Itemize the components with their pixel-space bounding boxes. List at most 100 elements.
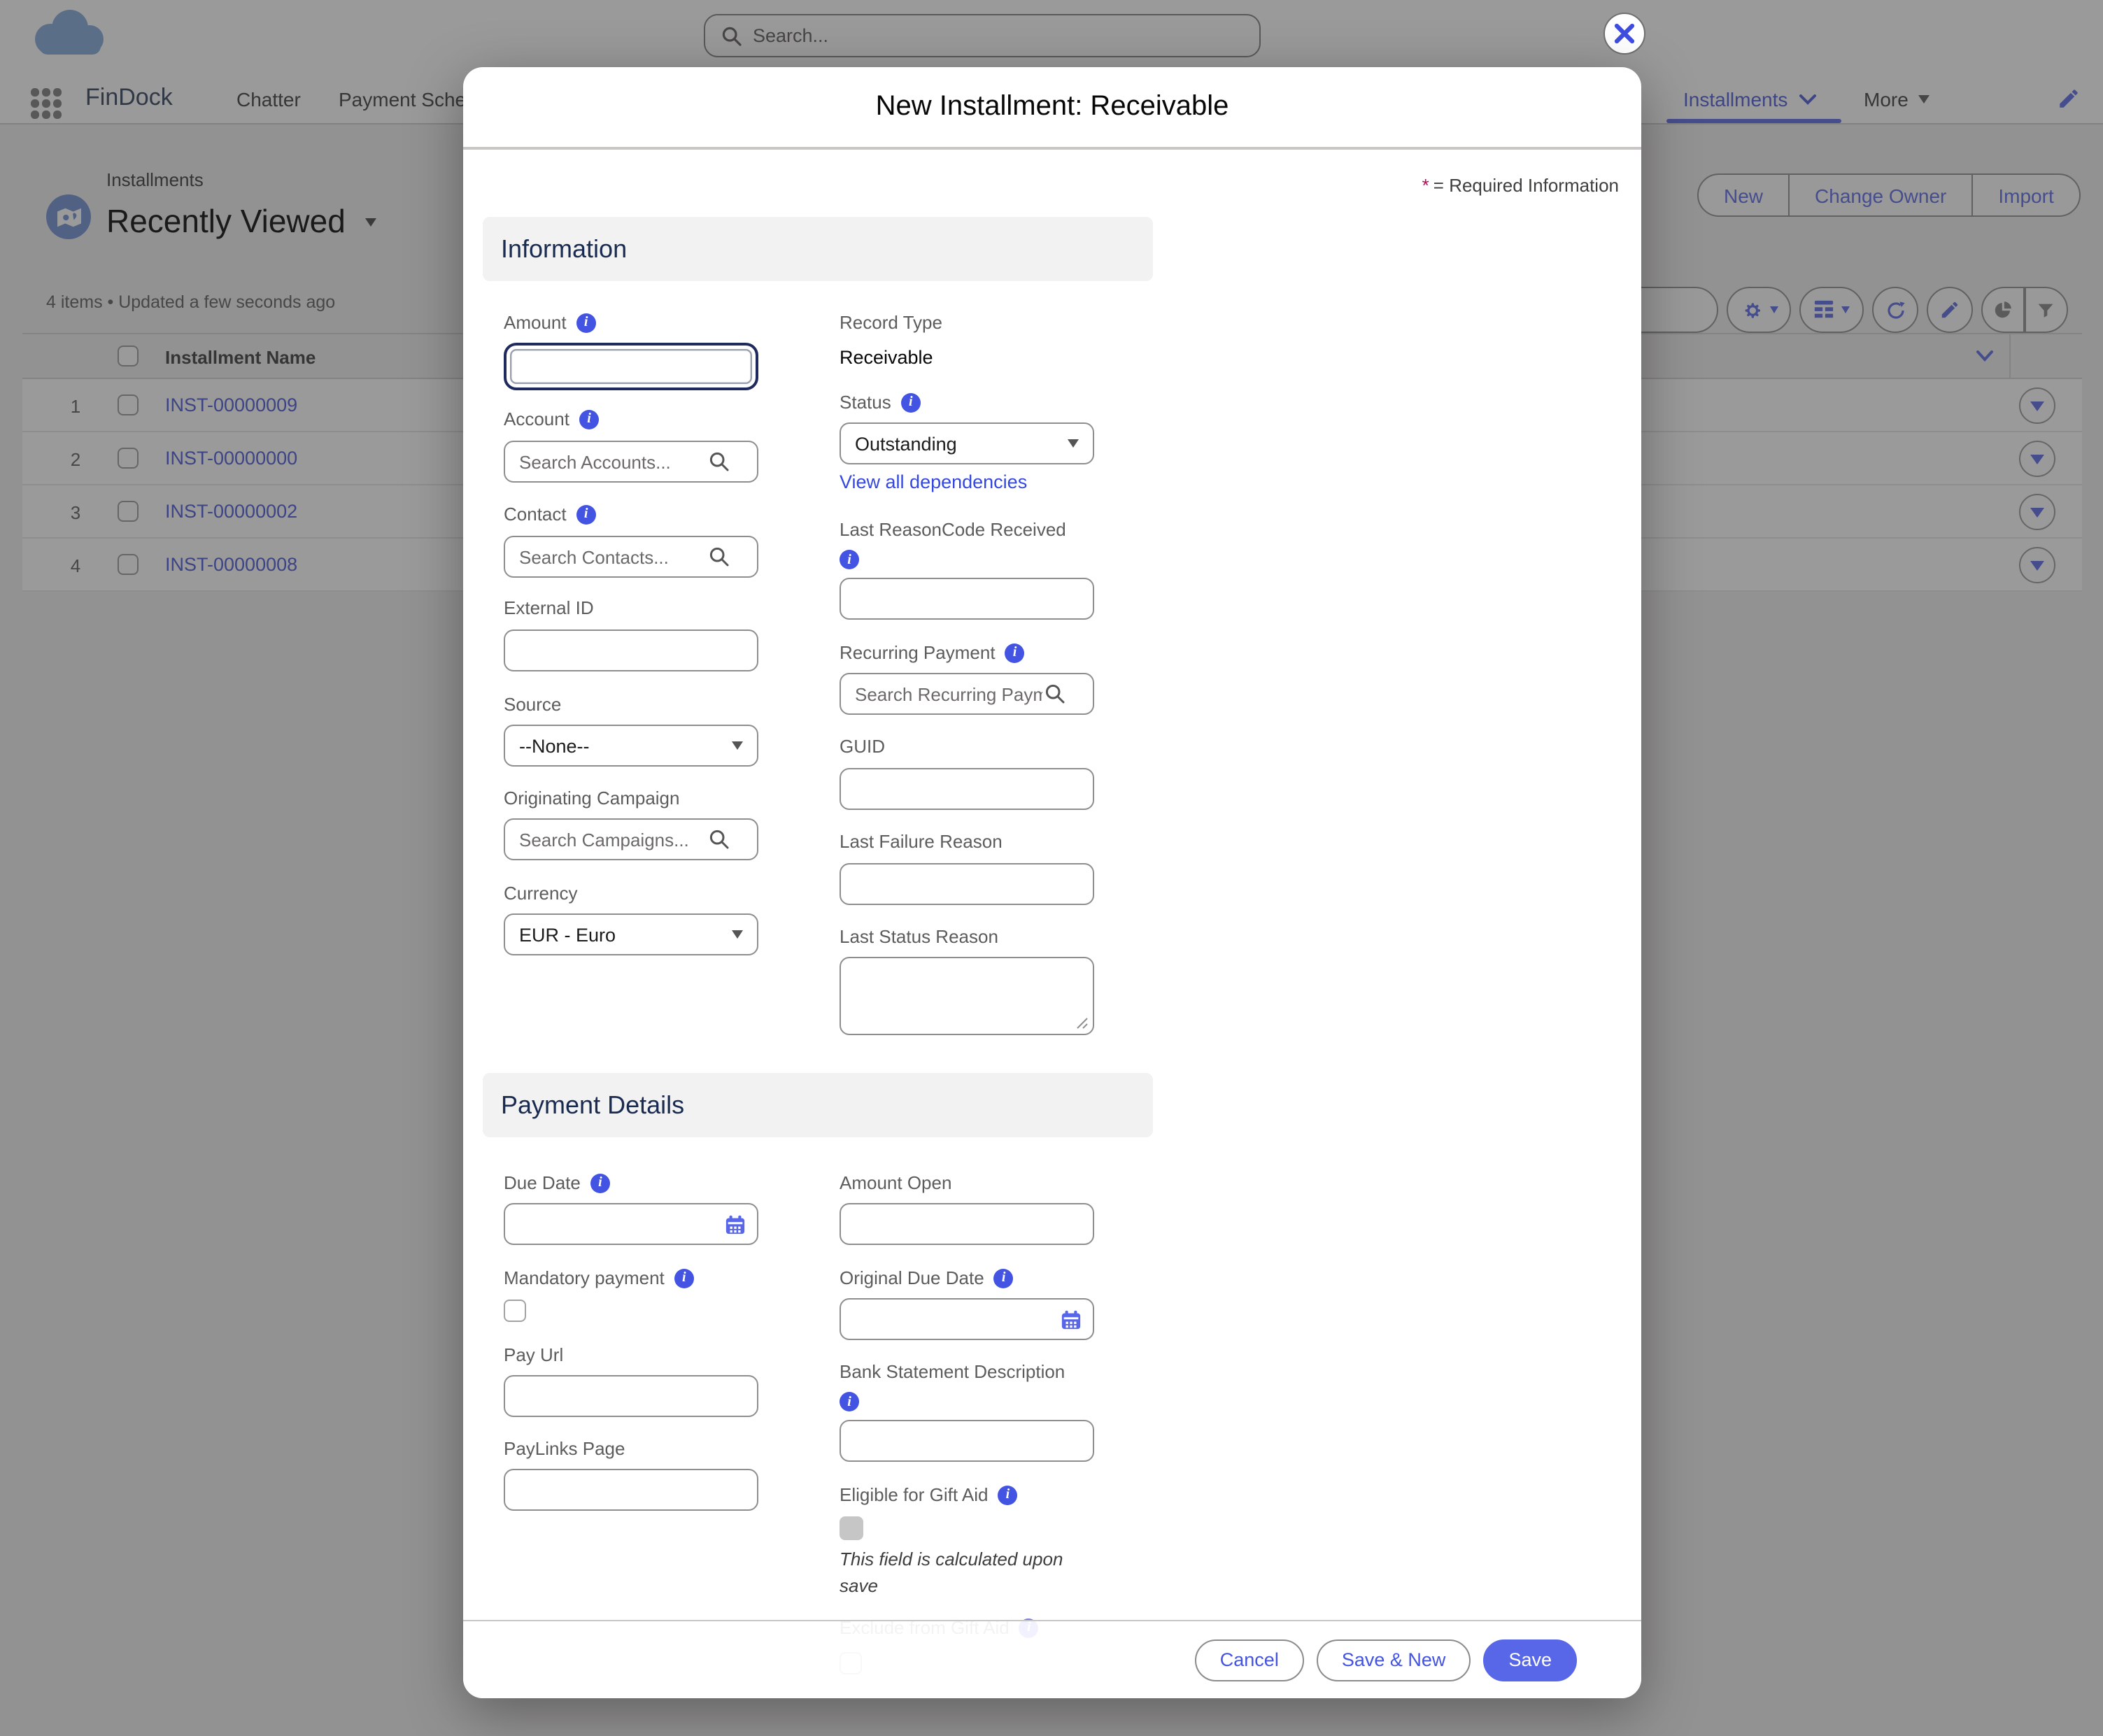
required-asterisk: * (1422, 175, 1429, 196)
modal-close-button[interactable] (1603, 13, 1645, 55)
eligible-gift-aid-label: Eligible for Gift Aidi (840, 1484, 1017, 1505)
paylinks-page-label: PayLinks Page (504, 1438, 625, 1459)
bank-statement-description-input[interactable] (840, 1420, 1094, 1462)
modal-header: New Installment: Receivable (463, 67, 1641, 150)
due-date-input[interactable] (519, 1213, 715, 1234)
original-due-date-field[interactable] (840, 1298, 1094, 1340)
save-and-new-button[interactable]: Save & New (1317, 1639, 1471, 1681)
recurring-payment-label: Recurring Payment i (840, 642, 1025, 663)
pay-url-label-text: Pay Url (504, 1344, 563, 1365)
guid-label: GUID (840, 736, 885, 757)
amount-open-label: Amount Open (840, 1172, 951, 1193)
status-value: Outstanding (855, 433, 957, 454)
select-dropdown-icon (732, 930, 743, 939)
calendar-icon[interactable] (1061, 1309, 1082, 1330)
contact-lookup-input[interactable] (505, 546, 709, 567)
original-due-date-input[interactable] (855, 1308, 1051, 1329)
last-reasoncode-input[interactable] (840, 578, 1094, 620)
due-date-label-text: Due Date (504, 1172, 581, 1193)
info-icon[interactable]: i (840, 1392, 859, 1411)
originating-campaign-label: Originating Campaign (504, 788, 679, 809)
new-installment-modal: New Installment: Receivable *= Required … (463, 67, 1641, 1698)
last-failure-reason-input[interactable] (840, 863, 1094, 905)
last-failure-reason-label-text: Last Failure Reason (840, 831, 1003, 852)
source-label-text: Source (504, 694, 561, 715)
mandatory-payment-label: Mandatory payment i (504, 1267, 694, 1288)
contact-label-text: Contact (504, 504, 567, 525)
view-all-dependencies-link[interactable]: View all dependencies (840, 471, 1027, 492)
guid-input[interactable] (840, 768, 1094, 810)
cancel-button[interactable]: Cancel (1195, 1639, 1304, 1681)
due-date-label: Due Date i (504, 1172, 610, 1193)
section-payment-title: Payment Details (501, 1090, 684, 1120)
calculated-note-line1: This field is calculated upon (840, 1549, 1063, 1570)
contact-lookup[interactable] (504, 536, 758, 578)
record-type-label: Record Type (840, 312, 942, 333)
account-lookup-input[interactable] (505, 451, 709, 472)
currency-label-text: Currency (504, 883, 578, 904)
due-date-field[interactable] (504, 1203, 758, 1245)
last-status-reason-label: Last Status Reason (840, 926, 998, 947)
recurring-payment-label-text: Recurring Payment (840, 642, 996, 663)
info-icon[interactable]: i (576, 504, 596, 524)
search-icon (1045, 684, 1065, 704)
info-icon[interactable]: i (994, 1268, 1014, 1288)
external-id-input[interactable] (504, 629, 758, 671)
status-select[interactable]: Outstanding (840, 422, 1094, 464)
source-select[interactable]: --None-- (504, 725, 758, 767)
info-icon[interactable]: i (998, 1485, 1017, 1504)
bank-statement-description-label-text: Bank Statement Description (840, 1361, 1065, 1382)
last-status-reason-textarea[interactable] (840, 957, 1094, 1035)
info-icon[interactable]: i (576, 313, 596, 332)
external-id-label-text: External ID (504, 597, 594, 618)
amount-input[interactable] (504, 343, 758, 390)
section-payment-details: Payment Details (483, 1073, 1153, 1137)
originating-campaign-label-text: Originating Campaign (504, 788, 679, 809)
amount-open-input[interactable] (840, 1203, 1094, 1245)
info-icon[interactable]: i (840, 550, 859, 569)
original-due-date-label-text: Original Due Date (840, 1267, 984, 1288)
amount-label: Amounti (504, 312, 596, 333)
source-value: --None-- (519, 735, 590, 756)
save-button[interactable]: Save (1483, 1639, 1577, 1681)
campaign-lookup-input[interactable] (505, 829, 709, 850)
close-x-icon (1613, 22, 1636, 45)
info-icon[interactable]: i (674, 1268, 694, 1288)
section-information: Information (483, 217, 1153, 281)
search-icon (709, 452, 729, 471)
currency-label: Currency (504, 883, 578, 904)
screen: ★ ? (0, 0, 2103, 1736)
last-reasoncode-label: Last ReasonCode Received (840, 519, 1066, 540)
pay-url-input[interactable] (504, 1375, 758, 1417)
select-dropdown-icon (1068, 439, 1079, 448)
required-text: = Required Information (1433, 175, 1619, 196)
viewport: ★ ? (0, 0, 2103, 1736)
currency-select[interactable]: EUR - Euro (504, 913, 758, 955)
record-type-label-text: Record Type (840, 312, 942, 333)
calendar-icon[interactable] (725, 1214, 746, 1235)
modal-title: New Installment: Receivable (876, 91, 1229, 123)
account-label: Account i (504, 408, 599, 429)
info-icon[interactable]: i (590, 1173, 610, 1193)
section-information-title: Information (501, 234, 627, 264)
account-lookup[interactable] (504, 441, 758, 483)
mandatory-payment-checkbox[interactable] (504, 1300, 526, 1322)
amount-open-label-text: Amount Open (840, 1172, 951, 1193)
originating-campaign-lookup[interactable] (504, 818, 758, 860)
mandatory-payment-label-text: Mandatory payment (504, 1267, 665, 1288)
required-info-note: *= Required Information (1422, 175, 1619, 196)
bank-statement-description-label: Bank Statement Description (840, 1361, 1065, 1382)
info-icon[interactable]: i (1005, 643, 1025, 662)
info-icon[interactable]: i (579, 409, 599, 429)
recurring-payment-lookup-input[interactable] (841, 683, 1045, 704)
paylinks-page-label-text: PayLinks Page (504, 1438, 625, 1459)
pay-url-label: Pay Url (504, 1344, 563, 1365)
paylinks-page-input[interactable] (504, 1469, 758, 1511)
select-dropdown-icon (732, 741, 743, 750)
info-icon[interactable]: i (901, 392, 921, 412)
account-label-text: Account (504, 408, 569, 429)
status-label: Statusi (840, 392, 921, 413)
recurring-payment-lookup[interactable] (840, 673, 1094, 715)
last-reasoncode-label-text: Last ReasonCode Received (840, 519, 1066, 540)
status-label-text: Status (840, 392, 891, 413)
